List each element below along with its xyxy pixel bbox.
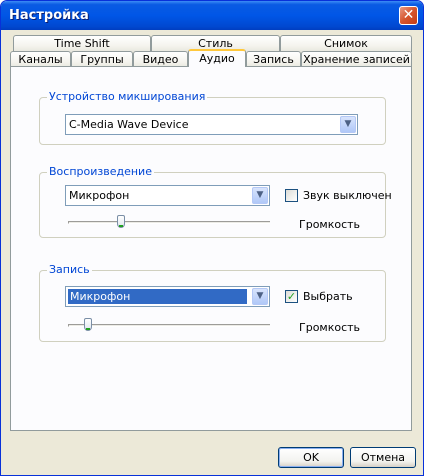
mixer-device-value: C-Media Wave Device [69, 118, 189, 131]
recording-source-value: Микрофон [68, 289, 247, 304]
recording-source-select[interactable]: Микрофон ▼ [65, 286, 270, 307]
playback-source-select[interactable]: Микрофон ▼ [65, 185, 270, 206]
ok-button[interactable]: OK [278, 447, 344, 468]
close-icon: ✕ [402, 7, 415, 23]
tab-label: Time Shift [54, 37, 110, 50]
settings-window: Настройка ✕ Time Shift Стиль Снимок Кана… [0, 0, 424, 476]
window-title: Настройка [9, 8, 89, 23]
playback-group: Воспроизведение Микрофон ▼ Звук выключен… [39, 165, 392, 238]
playback-group-title: Воспроизведение [47, 165, 154, 179]
checkmark-icon: ✓ [286, 290, 297, 303]
tab-audio[interactable]: Аудио [188, 49, 246, 67]
tab-label: Группы [80, 53, 124, 66]
recording-volume-thumb[interactable] [83, 318, 92, 331]
select-label[interactable]: Выбрать [303, 290, 353, 303]
chevron-down-icon[interactable]: ▼ [252, 288, 268, 305]
tab-label: Каналы [18, 53, 63, 66]
mixer-device-select[interactable]: C-Media Wave Device ▼ [65, 114, 358, 135]
tab-label: Хранение записей [303, 53, 410, 66]
cancel-button[interactable]: Отмена [350, 447, 416, 468]
chevron-down-icon[interactable]: ▼ [340, 116, 356, 133]
tab-label: Снимок [324, 37, 368, 50]
recording-volume-label: Громкость [299, 321, 361, 334]
recording-volume-track[interactable] [68, 324, 270, 327]
close-button[interactable]: ✕ [399, 6, 418, 25]
mute-checkbox[interactable] [285, 189, 298, 202]
mixer-device-group-title: Устройство микширования [47, 90, 208, 104]
chevron-down-icon[interactable]: ▼ [252, 187, 268, 204]
playback-volume-label: Громкость [299, 218, 361, 231]
tab-label: Аудио [199, 52, 235, 65]
playback-source-value: Микрофон [69, 189, 130, 202]
audio-tab-panel: Устройство микширования C-Media Wave Dev… [10, 66, 412, 431]
title-bar[interactable]: Настройка ✕ [1, 1, 423, 30]
tab-time-shift[interactable]: Time Shift [13, 35, 151, 52]
recording-group-title: Запись [47, 263, 92, 277]
mixer-device-group: Устройство микширования C-Media Wave Dev… [39, 90, 386, 145]
playback-volume-track[interactable] [68, 221, 270, 224]
tab-label: Видео [142, 53, 179, 66]
select-checkbox[interactable]: ✓ [285, 290, 298, 303]
recording-group: Запись Микрофон ▼ ✓ Выбрать Громкость [39, 263, 386, 342]
tab-label: Запись [253, 53, 294, 66]
tab-snapshot[interactable]: Снимок [280, 35, 412, 52]
mute-label[interactable]: Звук выключен [303, 189, 392, 202]
playback-volume-thumb[interactable] [116, 215, 125, 228]
